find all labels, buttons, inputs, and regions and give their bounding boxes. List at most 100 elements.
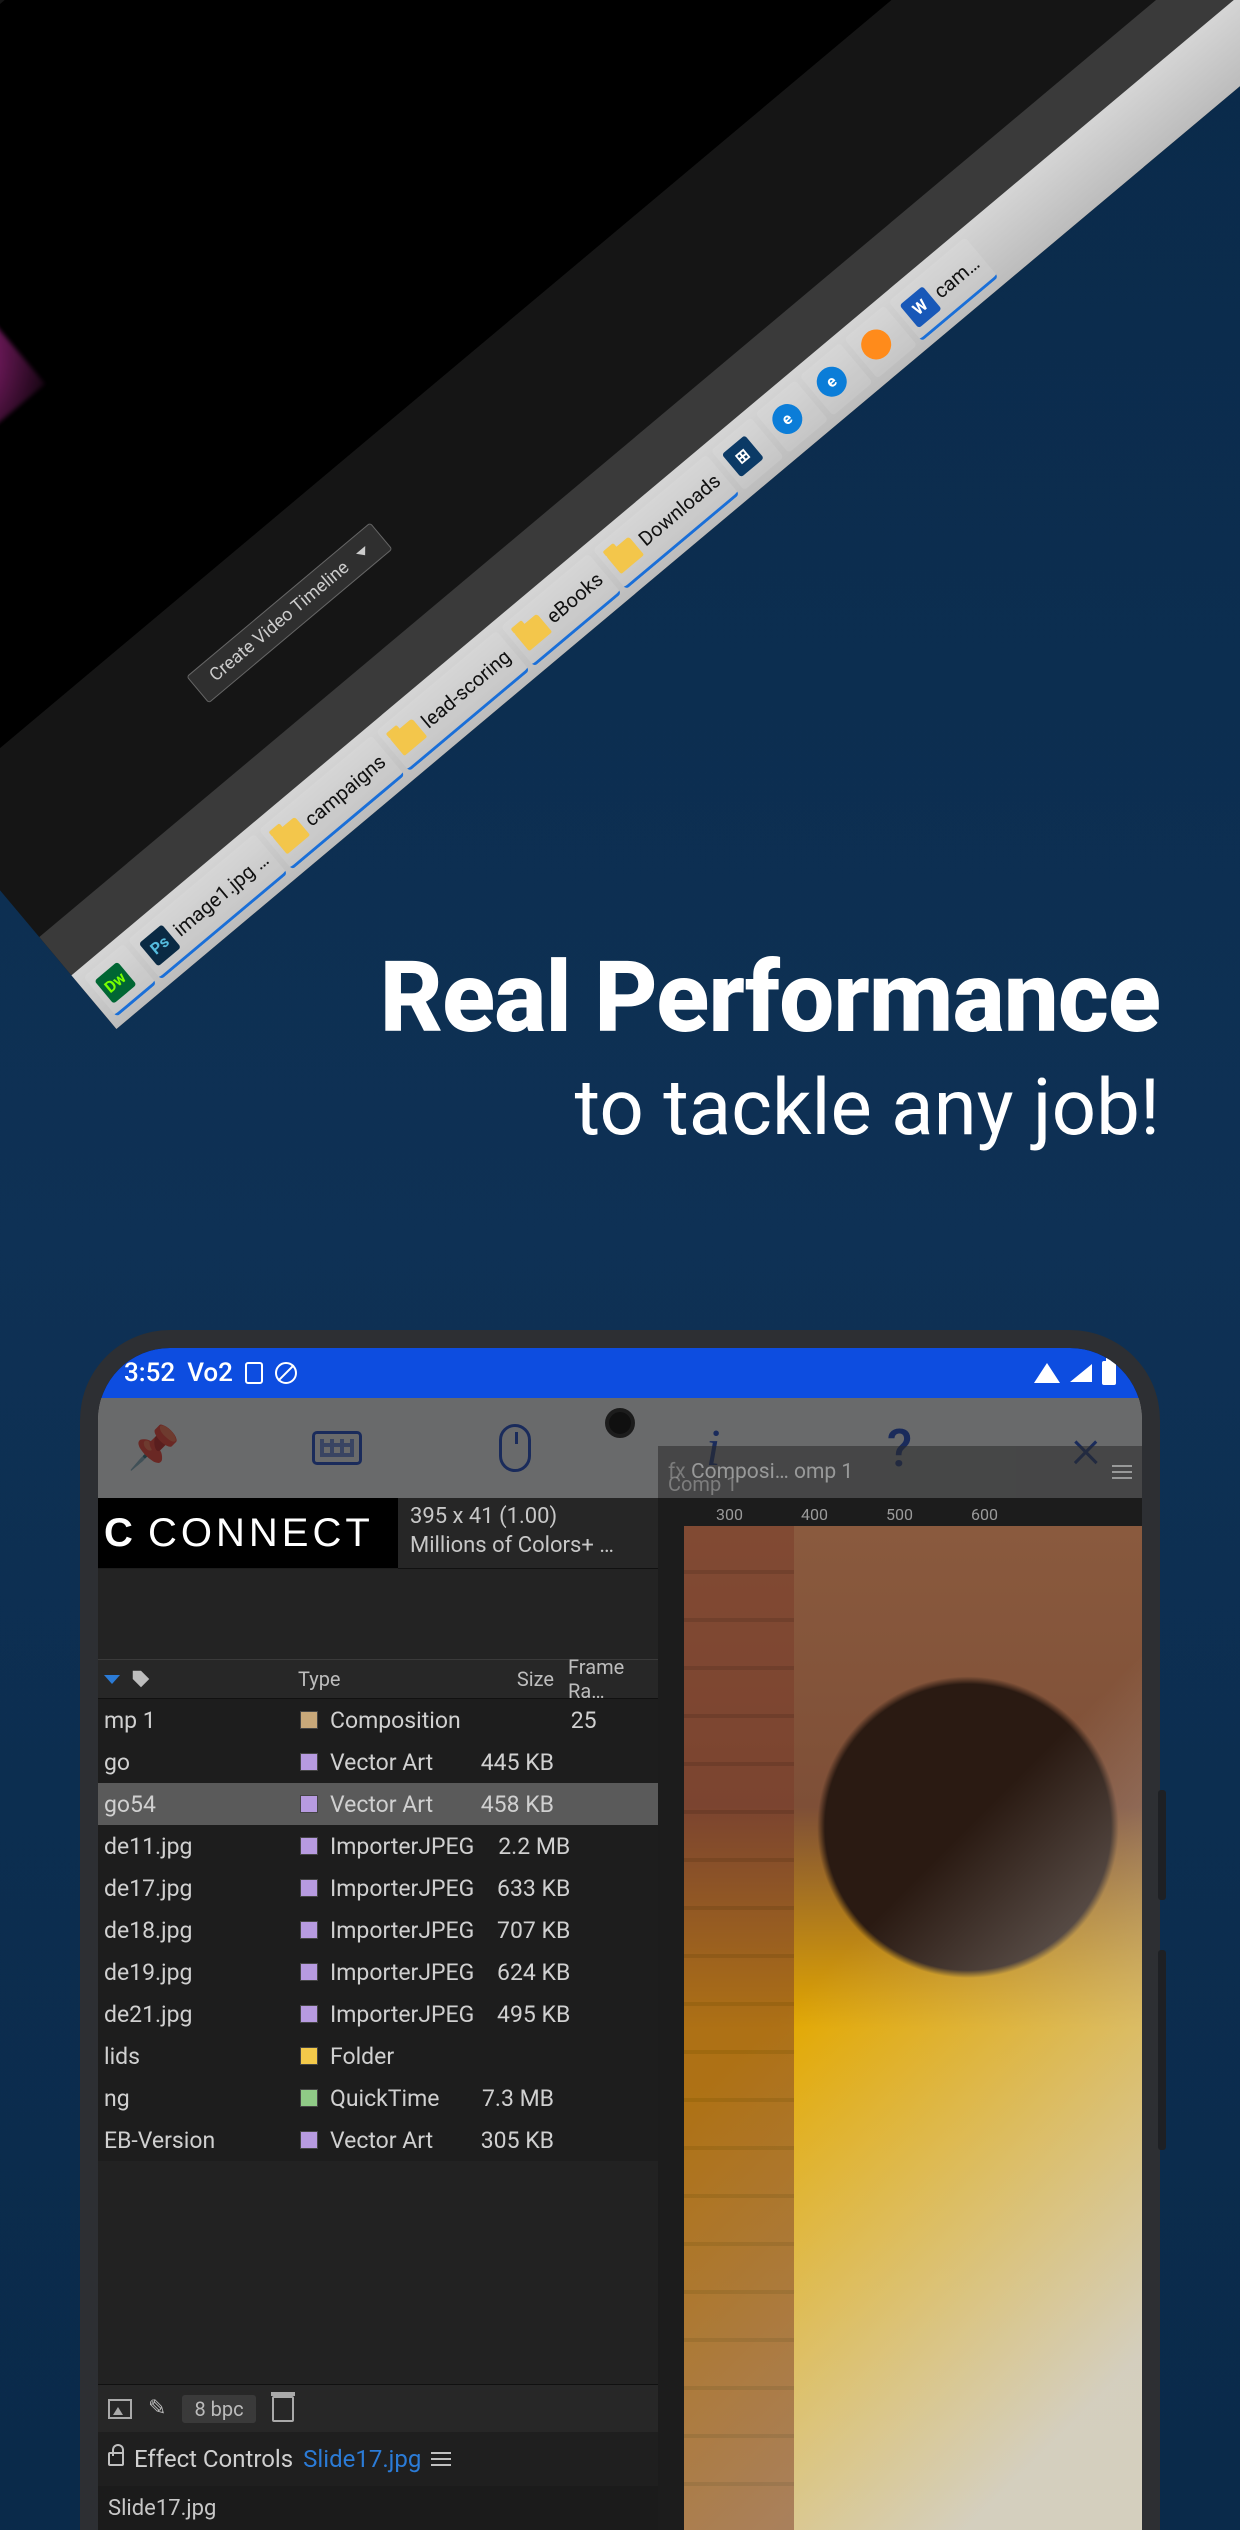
project-row[interactable]: EB-VersionVector Art305 KB: [98, 2119, 658, 2161]
brand-logo: C CONNECT: [98, 1498, 398, 1568]
keyboard-button[interactable]: [312, 1431, 368, 1465]
meta-dimensions: 395 x 41 (1.00): [410, 1504, 646, 1529]
color-swatch: [300, 1753, 318, 1771]
row-name: ng: [104, 2085, 130, 2112]
signal-icon: [1070, 1364, 1092, 1382]
pin-button[interactable]: 📌: [126, 1424, 182, 1473]
ruler-tick: 400: [801, 1505, 828, 1524]
color-swatch: [300, 1879, 318, 1897]
horizontal-ruler: 300 400 500 600: [658, 1498, 1142, 1526]
project-search-area[interactable]: [98, 1569, 658, 1659]
project-row[interactable]: mp 1Composition25: [98, 1699, 658, 1741]
row-size: 7.3 MB: [458, 2085, 568, 2112]
rotated-desktop-backdrop: Create Video Timeline Dw Psimage1.jpg … …: [0, 0, 1240, 1029]
lock-icon[interactable]: [108, 2452, 124, 2466]
row-type: ImporterJPEG: [330, 2001, 474, 2028]
color-swatch: [300, 2131, 318, 2149]
project-row[interactable]: go54Vector Art458 KB: [98, 1783, 658, 1825]
row-type: Vector Art: [330, 1749, 433, 1776]
row-size: 707 KB: [474, 1917, 584, 1944]
brand-connect: CONNECT: [148, 1511, 374, 1556]
trash-icon[interactable]: [272, 2396, 294, 2422]
row-size: 2.2 MB: [474, 1833, 584, 1860]
ruler-tick: 300: [716, 1505, 743, 1524]
column-framerate[interactable]: Frame Ra…: [568, 1655, 658, 1703]
project-row[interactable]: de21.jpg ImporterJPEG495 KB: [98, 1993, 658, 2035]
after-effects-area: C CONNECT 395 x 41 (1.00) Millions of Co…: [98, 1498, 1142, 2530]
canvas-area: [0, 0, 1125, 781]
row-name: de17.jpg: [104, 1875, 192, 1902]
folder-icon: [388, 718, 426, 756]
row-name: de18.jpg: [104, 1917, 192, 1944]
mouse-icon: [499, 1424, 531, 1472]
taskbar-label: cam…: [928, 251, 983, 303]
effect-controls-sub: Slide17.jpg: [98, 2486, 658, 2530]
edge-icon: e: [766, 398, 808, 440]
phone-side-button-1: [1158, 1790, 1166, 1900]
row-size: 495 KB: [474, 2001, 584, 2028]
row-name: de21.jpg: [104, 2001, 192, 2028]
color-swatch: [300, 2089, 318, 2107]
ruler-tick: 600: [971, 1505, 998, 1524]
headline-line1: Real Performance: [380, 940, 1160, 1055]
headline-line2: to tackle any job!: [380, 1063, 1160, 1154]
color-swatch: [300, 1921, 318, 1939]
calculator-icon: ⊞: [721, 435, 763, 477]
color-swatch: [300, 1963, 318, 1981]
composition-meta: 395 x 41 (1.00) Millions of Colors+ …: [398, 1498, 658, 1569]
row-size: 633 KB: [474, 1875, 584, 1902]
tab-menu-icon[interactable]: [1112, 1471, 1132, 1473]
row-name: EB-Version: [104, 2127, 215, 2154]
row-type: ImporterJPEG: [330, 1959, 474, 1986]
wifi-icon: [1034, 1363, 1060, 1383]
row-name: go: [104, 1749, 130, 1776]
firefox-icon: [854, 323, 896, 365]
preview-brick-wall: [684, 1526, 794, 2530]
project-row[interactable]: goVector Art445 KB: [98, 1741, 658, 1783]
phone-side-button-2: [1158, 1950, 1166, 2150]
panel-menu-icon[interactable]: [431, 2458, 451, 2460]
row-size: 305 KB: [458, 2127, 568, 2154]
status-network: Vo2: [187, 1358, 233, 1388]
row-type: Composition: [330, 1707, 461, 1734]
color-depth-chip[interactable]: 8 bpc: [182, 2395, 255, 2423]
project-row[interactable]: de17.jpg ImporterJPEG633 KB: [98, 1867, 658, 1909]
row-name: de11.jpg: [104, 1833, 192, 1860]
row-framerate: 25: [571, 1707, 658, 1734]
project-row[interactable]: de11.jpgImporterJPEG2.2 MB: [98, 1825, 658, 1867]
panel-title-file[interactable]: Slide17.jpg: [303, 2445, 421, 2473]
project-row[interactable]: ng QuickTime 7.3 MB: [98, 2077, 658, 2119]
row-name: lids: [104, 2043, 140, 2070]
thumbnail-icon[interactable]: [108, 2399, 132, 2419]
composition-viewer[interactable]: fx Composi… omp 1 Comp 1 300 400 500 600…: [658, 1498, 1142, 2530]
label-icon[interactable]: [130, 1668, 152, 1690]
row-type: Folder: [330, 2043, 394, 2070]
panel-subtitle: Slide17.jpg: [108, 2496, 216, 2521]
battery-icon: [1102, 1361, 1116, 1385]
project-row[interactable]: lids Folder: [98, 2035, 658, 2077]
effect-controls-title: Effect Controls Slide17.jpg: [98, 2432, 658, 2486]
color-swatch: [300, 1837, 318, 1855]
mouse-button[interactable]: [499, 1424, 555, 1472]
row-name: go54: [104, 1791, 156, 1818]
row-type: ImporterJPEG: [330, 1875, 474, 1902]
row-type: ImporterJPEG: [330, 1917, 474, 1944]
folder-icon: [606, 536, 644, 574]
timeline-button-label: Create Video Timeline: [205, 557, 353, 686]
status-time: 3:52: [124, 1358, 175, 1388]
project-row[interactable]: de19.jpgImporterJPEG624 KB: [98, 1951, 658, 1993]
color-swatch: [300, 2005, 318, 2023]
vertical-ruler: 200300400500600700800: [658, 1526, 684, 2530]
pin-icon: 📌: [128, 1424, 180, 1473]
project-row[interactable]: de18.jpg ImporterJPEG707 KB: [98, 1909, 658, 1951]
column-size[interactable]: Size: [458, 1667, 568, 1691]
row-name: de19.jpg: [104, 1959, 192, 1986]
brush-icon[interactable]: ✎: [148, 2396, 166, 2421]
sort-arrow-icon[interactable]: [104, 1675, 120, 1684]
dropdown-caret-icon: [356, 546, 370, 559]
project-rows: mp 1Composition25goVector Art445 KBgo54V…: [98, 1699, 658, 2161]
row-type: QuickTime: [330, 2085, 439, 2112]
folder-icon: [272, 816, 310, 854]
viewer-subtab[interactable]: Comp 1: [668, 1472, 737, 1496]
column-type[interactable]: Type: [298, 1667, 458, 1691]
